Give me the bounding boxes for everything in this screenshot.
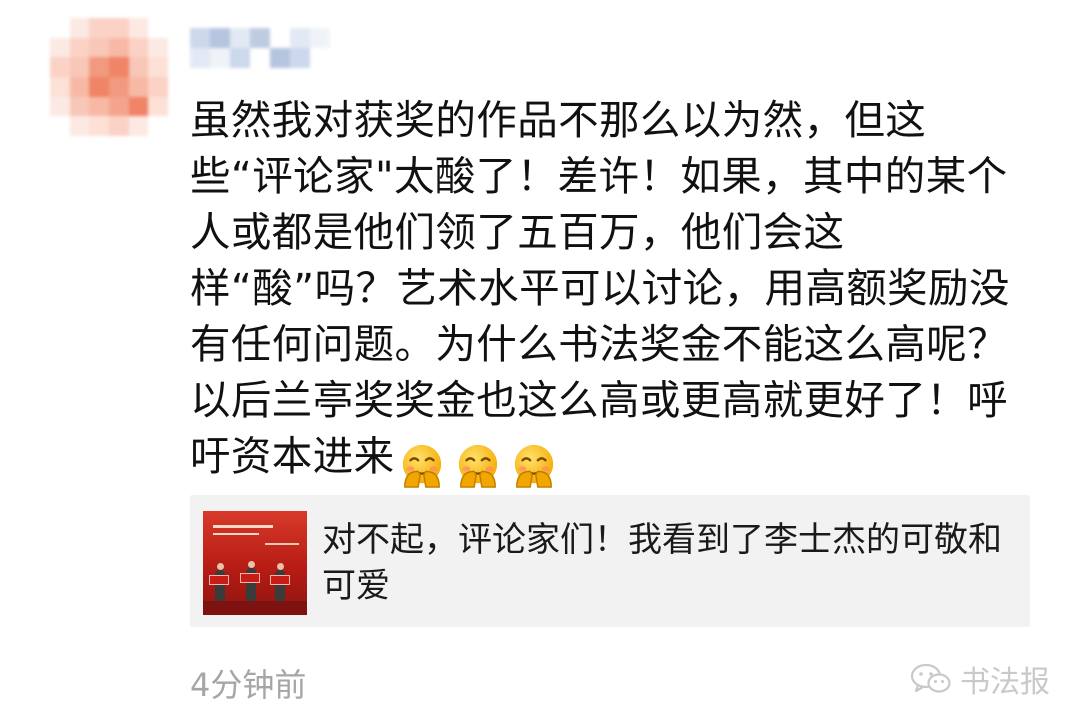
- shared-article-title[interactable]: 对不起，评论家们！我看到了李士杰的可敬和可爱: [322, 517, 1012, 609]
- blush-face-icon: [458, 444, 497, 488]
- post-text-content: 虽然我对获奖的作品不那么以为然，但这些“评论家"太酸了！差许！如果，其中的某个人…: [190, 96, 1010, 480]
- author-name-blurred[interactable]: [190, 28, 330, 68]
- blush-face-icon: [514, 444, 553, 488]
- avatar[interactable]: [50, 18, 168, 136]
- blush-face-icon: [402, 444, 441, 488]
- emoji-row: [399, 435, 567, 491]
- source-watermark: 书法报: [910, 657, 1050, 701]
- post-text: 虽然我对获奖的作品不那么以为然，但这些“评论家"太酸了！差许！如果，其中的某个人…: [190, 92, 1020, 491]
- wechat-icon: [910, 663, 951, 693]
- post-timestamp: 4分钟前: [190, 666, 307, 704]
- article-thumbnail-image: [203, 511, 307, 615]
- watermark-label: 书法报: [960, 665, 1050, 700]
- shared-article-card[interactable]: 对不起，评论家们！我看到了李士杰的可敬和可爱: [190, 495, 1030, 627]
